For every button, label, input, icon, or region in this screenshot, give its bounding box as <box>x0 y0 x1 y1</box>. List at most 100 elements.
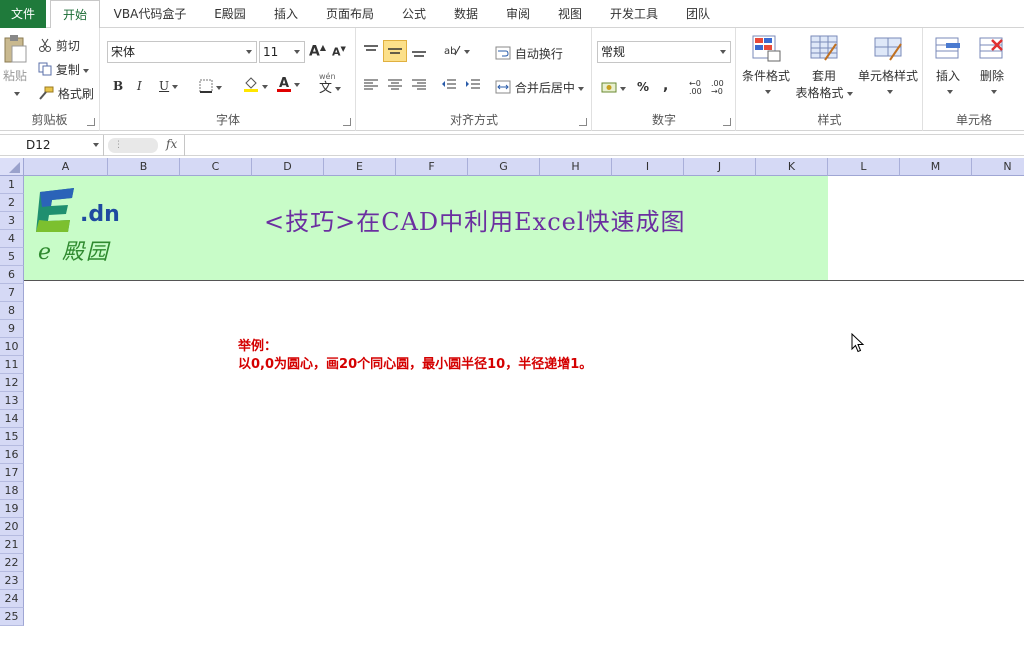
row-header-5[interactable]: 5 <box>0 248 24 266</box>
row-header-20[interactable]: 20 <box>0 518 24 536</box>
row-header-11[interactable]: 11 <box>0 356 24 374</box>
number-launcher-icon[interactable] <box>723 118 731 126</box>
row-header-2[interactable]: 2 <box>0 194 24 212</box>
name-box[interactable]: D12 <box>0 135 104 156</box>
tab-formulas[interactable]: 公式 <box>390 0 438 28</box>
column-header-j[interactable]: J <box>684 158 756 176</box>
column-header-l[interactable]: L <box>828 158 900 176</box>
delete-cells-button[interactable]: 删除 <box>972 34 1012 98</box>
tab-developer[interactable]: 开发工具 <box>598 0 670 28</box>
font-launcher-icon[interactable] <box>343 118 351 126</box>
accounting-format-button[interactable] <box>601 80 626 97</box>
row-header-19[interactable]: 19 <box>0 500 24 518</box>
row-header-18[interactable]: 18 <box>0 482 24 500</box>
decrease-indent-button[interactable] <box>441 78 457 95</box>
row-header-12[interactable]: 12 <box>0 374 24 392</box>
worksheet-grid[interactable]: ABCDEFGHIJKLMN 1 2 3 4 5 6 7 8 9 10 11 12 13 14 15 16 17… <box>0 158 1024 650</box>
merge-center-button[interactable]: 合并后居中 <box>495 79 584 97</box>
column-header-a[interactable]: A <box>24 158 108 176</box>
row-header-6[interactable]: 6 <box>0 266 24 284</box>
row-header-23[interactable]: 23 <box>0 572 24 590</box>
font-grow-letter: A <box>309 43 320 60</box>
paste-button[interactable]: 粘贴 <box>0 34 30 100</box>
row-header-3[interactable]: 3 <box>0 212 24 230</box>
align-left-button[interactable] <box>363 78 379 95</box>
number-format-select[interactable]: 常规 <box>597 41 731 63</box>
tab-data[interactable]: 数据 <box>442 0 490 28</box>
format-as-table-button[interactable]: 套用 表格格式 <box>795 34 853 101</box>
row-header-22[interactable]: 22 <box>0 554 24 572</box>
column-header-h[interactable]: H <box>540 158 612 176</box>
cell-styles-button[interactable]: 单元格样式 <box>855 34 921 98</box>
column-header-d[interactable]: D <box>252 158 324 176</box>
row-header-21[interactable]: 21 <box>0 536 24 554</box>
row-header-4[interactable]: 4 <box>0 230 24 248</box>
row-header-9[interactable]: 9 <box>0 320 24 338</box>
column-header-m[interactable]: M <box>900 158 972 176</box>
font-grow-button[interactable]: A▲ <box>309 43 326 60</box>
merge-cells-icon <box>495 80 511 97</box>
row-header-24[interactable]: 24 <box>0 590 24 608</box>
column-header-f[interactable]: F <box>396 158 468 176</box>
underline-button[interactable]: U <box>159 79 179 93</box>
tab-home[interactable]: 开始 <box>50 0 100 29</box>
row-header-16[interactable]: 16 <box>0 446 24 464</box>
formula-input[interactable] <box>184 135 1024 156</box>
borders-button[interactable] <box>199 79 222 96</box>
font-size-select[interactable]: 11 <box>259 41 305 63</box>
column-header-e[interactable]: E <box>324 158 396 176</box>
align-middle-button[interactable] <box>383 40 407 62</box>
column-header-n[interactable]: N <box>972 158 1024 176</box>
tab-e-dianyuan[interactable]: E殿园 <box>200 0 260 28</box>
phonetic-button[interactable]: wén 文 <box>319 72 342 96</box>
copy-button[interactable]: 复制 <box>38 61 89 79</box>
insert-function-icon[interactable]: fx <box>166 137 177 151</box>
format-painter-button[interactable]: 格式刷 <box>38 85 94 103</box>
align-top-button[interactable] <box>363 44 379 61</box>
font-name-select[interactable]: 宋体 <box>107 41 257 63</box>
row-header-13[interactable]: 13 <box>0 392 24 410</box>
increase-indent-button[interactable] <box>465 78 481 95</box>
row-header-17[interactable]: 17 <box>0 464 24 482</box>
row-header-8[interactable]: 8 <box>0 302 24 320</box>
row-header-14[interactable]: 14 <box>0 410 24 428</box>
wrap-text-button[interactable]: 自动换行 <box>495 45 563 63</box>
tab-vba-box[interactable]: VBA代码盒子 <box>104 0 196 28</box>
align-bottom-button[interactable] <box>411 44 427 61</box>
bold-button[interactable]: B <box>113 79 123 93</box>
decrease-decimal-button[interactable]: .00 →0 <box>711 80 724 96</box>
row-header-1[interactable]: 1 <box>0 176 24 194</box>
font-color-button[interactable]: A <box>277 76 300 93</box>
font-shrink-button[interactable]: A▼ <box>332 45 346 59</box>
tab-file[interactable]: 文件 <box>0 0 46 28</box>
orientation-button[interactable]: ab <box>443 43 470 60</box>
italic-button[interactable]: I <box>137 79 142 93</box>
align-center-button[interactable] <box>387 78 403 95</box>
tab-insert[interactable]: 插入 <box>262 0 310 28</box>
select-all-corner[interactable] <box>0 158 24 176</box>
conditional-format-button[interactable]: 条件格式 <box>739 34 793 98</box>
comma-button[interactable]: , <box>663 78 668 94</box>
tab-team[interactable]: 团队 <box>674 0 722 28</box>
formula-bar-buttons[interactable]: ⋮ <box>108 138 158 153</box>
tab-review[interactable]: 审阅 <box>494 0 542 28</box>
alignment-launcher-icon[interactable] <box>579 118 587 126</box>
row-header-10[interactable]: 10 <box>0 338 24 356</box>
tab-view[interactable]: 视图 <box>546 0 594 28</box>
align-right-button[interactable] <box>411 78 427 95</box>
cut-button[interactable]: 剪切 <box>38 37 80 55</box>
row-header-7[interactable]: 7 <box>0 284 24 302</box>
row-header-25[interactable]: 25 <box>0 608 24 626</box>
increase-decimal-button[interactable]: ←0.00 <box>689 80 702 96</box>
fill-color-button[interactable] <box>243 77 268 96</box>
column-header-i[interactable]: I <box>612 158 684 176</box>
column-header-c[interactable]: C <box>180 158 252 176</box>
column-header-k[interactable]: K <box>756 158 828 176</box>
clipboard-launcher-icon[interactable] <box>87 118 95 126</box>
percent-button[interactable]: % <box>637 80 649 94</box>
column-header-g[interactable]: G <box>468 158 540 176</box>
tab-page-layout[interactable]: 页面布局 <box>316 0 384 28</box>
row-header-15[interactable]: 15 <box>0 428 24 446</box>
column-header-b[interactable]: B <box>108 158 180 176</box>
insert-cells-button[interactable]: 插入 <box>928 34 968 98</box>
